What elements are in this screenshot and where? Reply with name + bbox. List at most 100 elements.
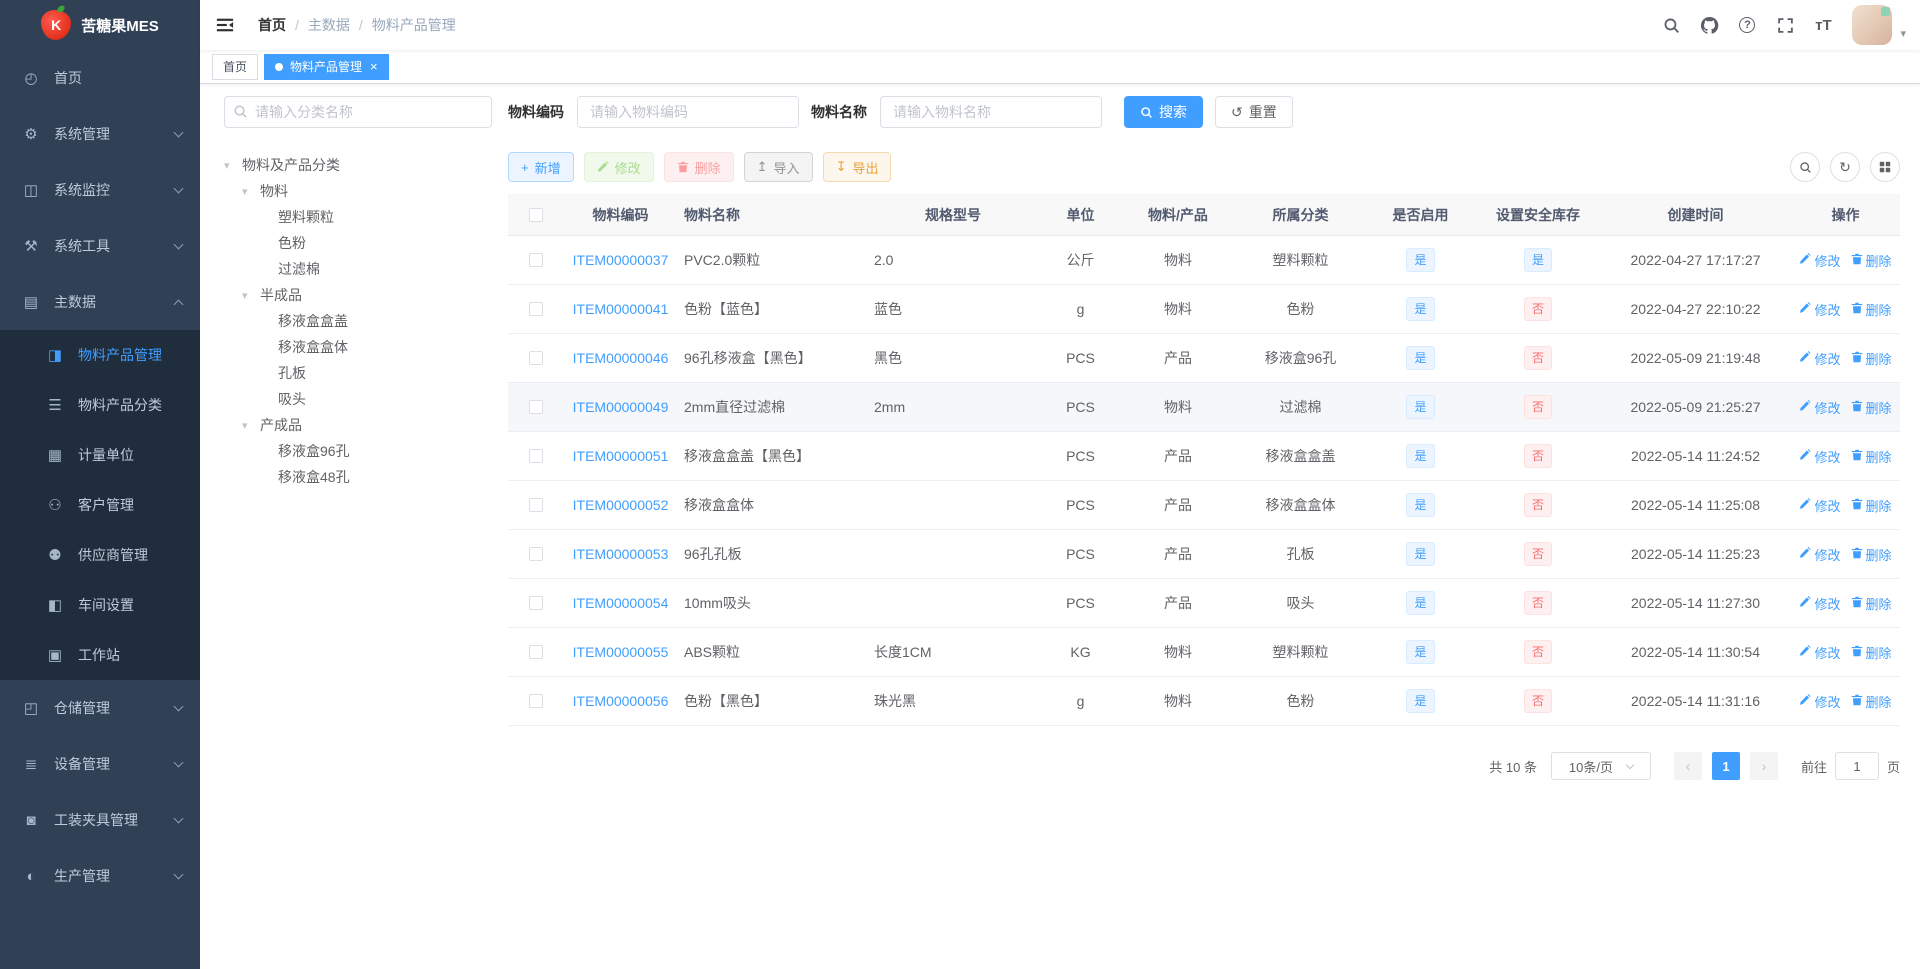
github-icon[interactable]: [1692, 5, 1726, 45]
delete-link[interactable]: 删除: [1851, 398, 1892, 417]
edit-link[interactable]: 修改: [1799, 594, 1841, 613]
sidebar-item[interactable]: ⚒ 系统工具: [0, 218, 200, 274]
tab-active[interactable]: 物料产品管理 ×: [264, 53, 389, 80]
tree-node[interactable]: 吸头: [224, 386, 492, 412]
tree-node[interactable]: 塑料颗粒: [224, 204, 492, 230]
row-checkbox[interactable]: [528, 302, 543, 316]
edit-link[interactable]: 修改: [1799, 349, 1841, 368]
goto-page-input[interactable]: [1834, 752, 1879, 780]
sidebar-subitem[interactable]: ◧ 车间设置: [0, 580, 200, 630]
edit-link[interactable]: 修改: [1799, 447, 1841, 466]
refresh-icon[interactable]: ↻: [1830, 152, 1860, 182]
sidebar-item[interactable]: ◴ 首页: [0, 50, 200, 106]
export-button[interactable]: ↧ 导出: [822, 152, 892, 182]
tree-node[interactable]: 移液盒盒盖: [224, 308, 492, 334]
category-search-input[interactable]: [224, 96, 492, 128]
delete-link[interactable]: 删除: [1851, 545, 1892, 564]
edit-link[interactable]: 修改: [1799, 496, 1841, 515]
tree-node[interactable]: 孔板: [224, 360, 492, 386]
grid-icon[interactable]: [1870, 152, 1900, 182]
material-code-link[interactable]: ITEM00000051: [573, 448, 669, 464]
font-size-icon[interactable]: тT: [1806, 5, 1840, 45]
tree-node[interactable]: ▾ 产成品: [224, 412, 492, 438]
material-code-link[interactable]: ITEM00000054: [573, 595, 669, 611]
sidebar-item[interactable]: ▤ 主数据: [0, 274, 200, 330]
row-checkbox[interactable]: [528, 351, 543, 365]
edit-link[interactable]: 修改: [1799, 692, 1841, 711]
sidebar-item[interactable]: ◰ 仓储管理: [0, 680, 200, 736]
delete-link[interactable]: 删除: [1851, 496, 1892, 515]
search-icon[interactable]: [1790, 152, 1820, 182]
breadcrumb-item[interactable]: 首页: [258, 15, 286, 35]
import-button[interactable]: ↥ 导入: [743, 152, 813, 182]
close-icon[interactable]: ×: [370, 60, 378, 73]
row-checkbox[interactable]: [528, 596, 543, 610]
row-checkbox[interactable]: [528, 694, 543, 708]
code-filter-input[interactable]: [577, 96, 799, 128]
tree-node[interactable]: ▾ 物料及产品分类: [224, 152, 492, 178]
material-code-link[interactable]: ITEM00000037: [573, 252, 669, 268]
material-code-link[interactable]: ITEM00000046: [573, 350, 669, 366]
page-size-select[interactable]: 10条/页: [1550, 752, 1651, 780]
add-button[interactable]: + 新增: [508, 152, 574, 182]
row-checkbox[interactable]: [528, 498, 543, 512]
tree-node[interactable]: 移液盒48孔: [224, 464, 492, 490]
current-page-button[interactable]: 1: [1711, 752, 1740, 780]
user-avatar[interactable]: [1852, 5, 1893, 45]
search-icon[interactable]: [1654, 5, 1688, 45]
help-icon[interactable]: ?: [1730, 5, 1764, 45]
delete-link[interactable]: 删除: [1851, 692, 1892, 711]
edit-link[interactable]: 修改: [1799, 300, 1841, 319]
edit-link[interactable]: 修改: [1799, 251, 1841, 270]
sidebar-item[interactable]: ◙ 工装夹具管理: [0, 792, 200, 848]
sidebar-subitem[interactable]: ▦ 计量单位: [0, 430, 200, 480]
delete-link[interactable]: 删除: [1851, 300, 1892, 319]
search-button[interactable]: 搜索: [1124, 96, 1203, 128]
row-checkbox[interactable]: [528, 449, 543, 463]
material-code-link[interactable]: ITEM00000041: [573, 301, 669, 317]
material-code-link[interactable]: ITEM00000056: [573, 693, 669, 709]
sidebar-subitem[interactable]: ◨ 物料产品管理: [0, 330, 200, 380]
delete-link[interactable]: 删除: [1851, 594, 1892, 613]
tree-node[interactable]: 色粉: [224, 230, 492, 256]
row-checkbox[interactable]: [528, 547, 543, 561]
tree-node[interactable]: ▾ 半成品: [224, 282, 492, 308]
delete-link[interactable]: 删除: [1851, 251, 1892, 270]
sidebar-subitem[interactable]: ▣ 工作站: [0, 630, 200, 680]
row-checkbox[interactable]: [528, 400, 543, 414]
edit-button[interactable]: 修改: [583, 152, 654, 182]
delete-link[interactable]: 删除: [1851, 447, 1892, 466]
edit-link[interactable]: 修改: [1799, 398, 1841, 417]
edit-link[interactable]: 修改: [1799, 545, 1841, 564]
material-code-link[interactable]: ITEM00000053: [573, 546, 669, 562]
row-checkbox[interactable]: [528, 645, 543, 659]
delete-link[interactable]: 删除: [1851, 349, 1892, 368]
sidebar-subitem[interactable]: ⚉ 供应商管理: [0, 530, 200, 580]
sidebar-item[interactable]: ≣ 设备管理: [0, 736, 200, 792]
edit-link[interactable]: 修改: [1799, 643, 1841, 662]
tree-node[interactable]: 移液盒96孔: [224, 438, 492, 464]
delete-button[interactable]: 删除: [663, 152, 734, 182]
tab-item[interactable]: 首页: [212, 53, 259, 80]
select-all-checkbox[interactable]: [528, 207, 543, 222]
sidebar-subitem[interactable]: ⚇ 客户管理: [0, 480, 200, 530]
sidebar-subitem[interactable]: ☰ 物料产品分类: [0, 380, 200, 430]
delete-link[interactable]: 删除: [1851, 643, 1892, 662]
material-code-link[interactable]: ITEM00000052: [573, 497, 669, 513]
prev-page-button[interactable]: ‹: [1673, 752, 1702, 780]
name-filter-input[interactable]: [880, 96, 1102, 128]
sidebar-item[interactable]: ⚙ 系统管理: [0, 106, 200, 162]
tree-node[interactable]: 移液盒盒体: [224, 334, 492, 360]
row-checkbox[interactable]: [528, 253, 543, 267]
next-page-button[interactable]: ›: [1749, 752, 1778, 780]
sidebar-item[interactable]: ◫ 系统监控: [0, 162, 200, 218]
tree-node[interactable]: 过滤棉: [224, 256, 492, 282]
hamburger-icon[interactable]: [200, 16, 250, 34]
material-code-link[interactable]: ITEM00000055: [573, 644, 669, 660]
user-dropdown-caret-icon[interactable]: ▾: [1900, 27, 1906, 40]
fullscreen-icon[interactable]: [1768, 5, 1802, 45]
reset-button[interactable]: ↺ 重置: [1215, 96, 1293, 128]
tree-node[interactable]: ▾ 物料: [224, 178, 492, 204]
sidebar-item[interactable]: ◐ 生产管理: [0, 848, 200, 904]
material-code-link[interactable]: ITEM00000049: [573, 399, 669, 415]
